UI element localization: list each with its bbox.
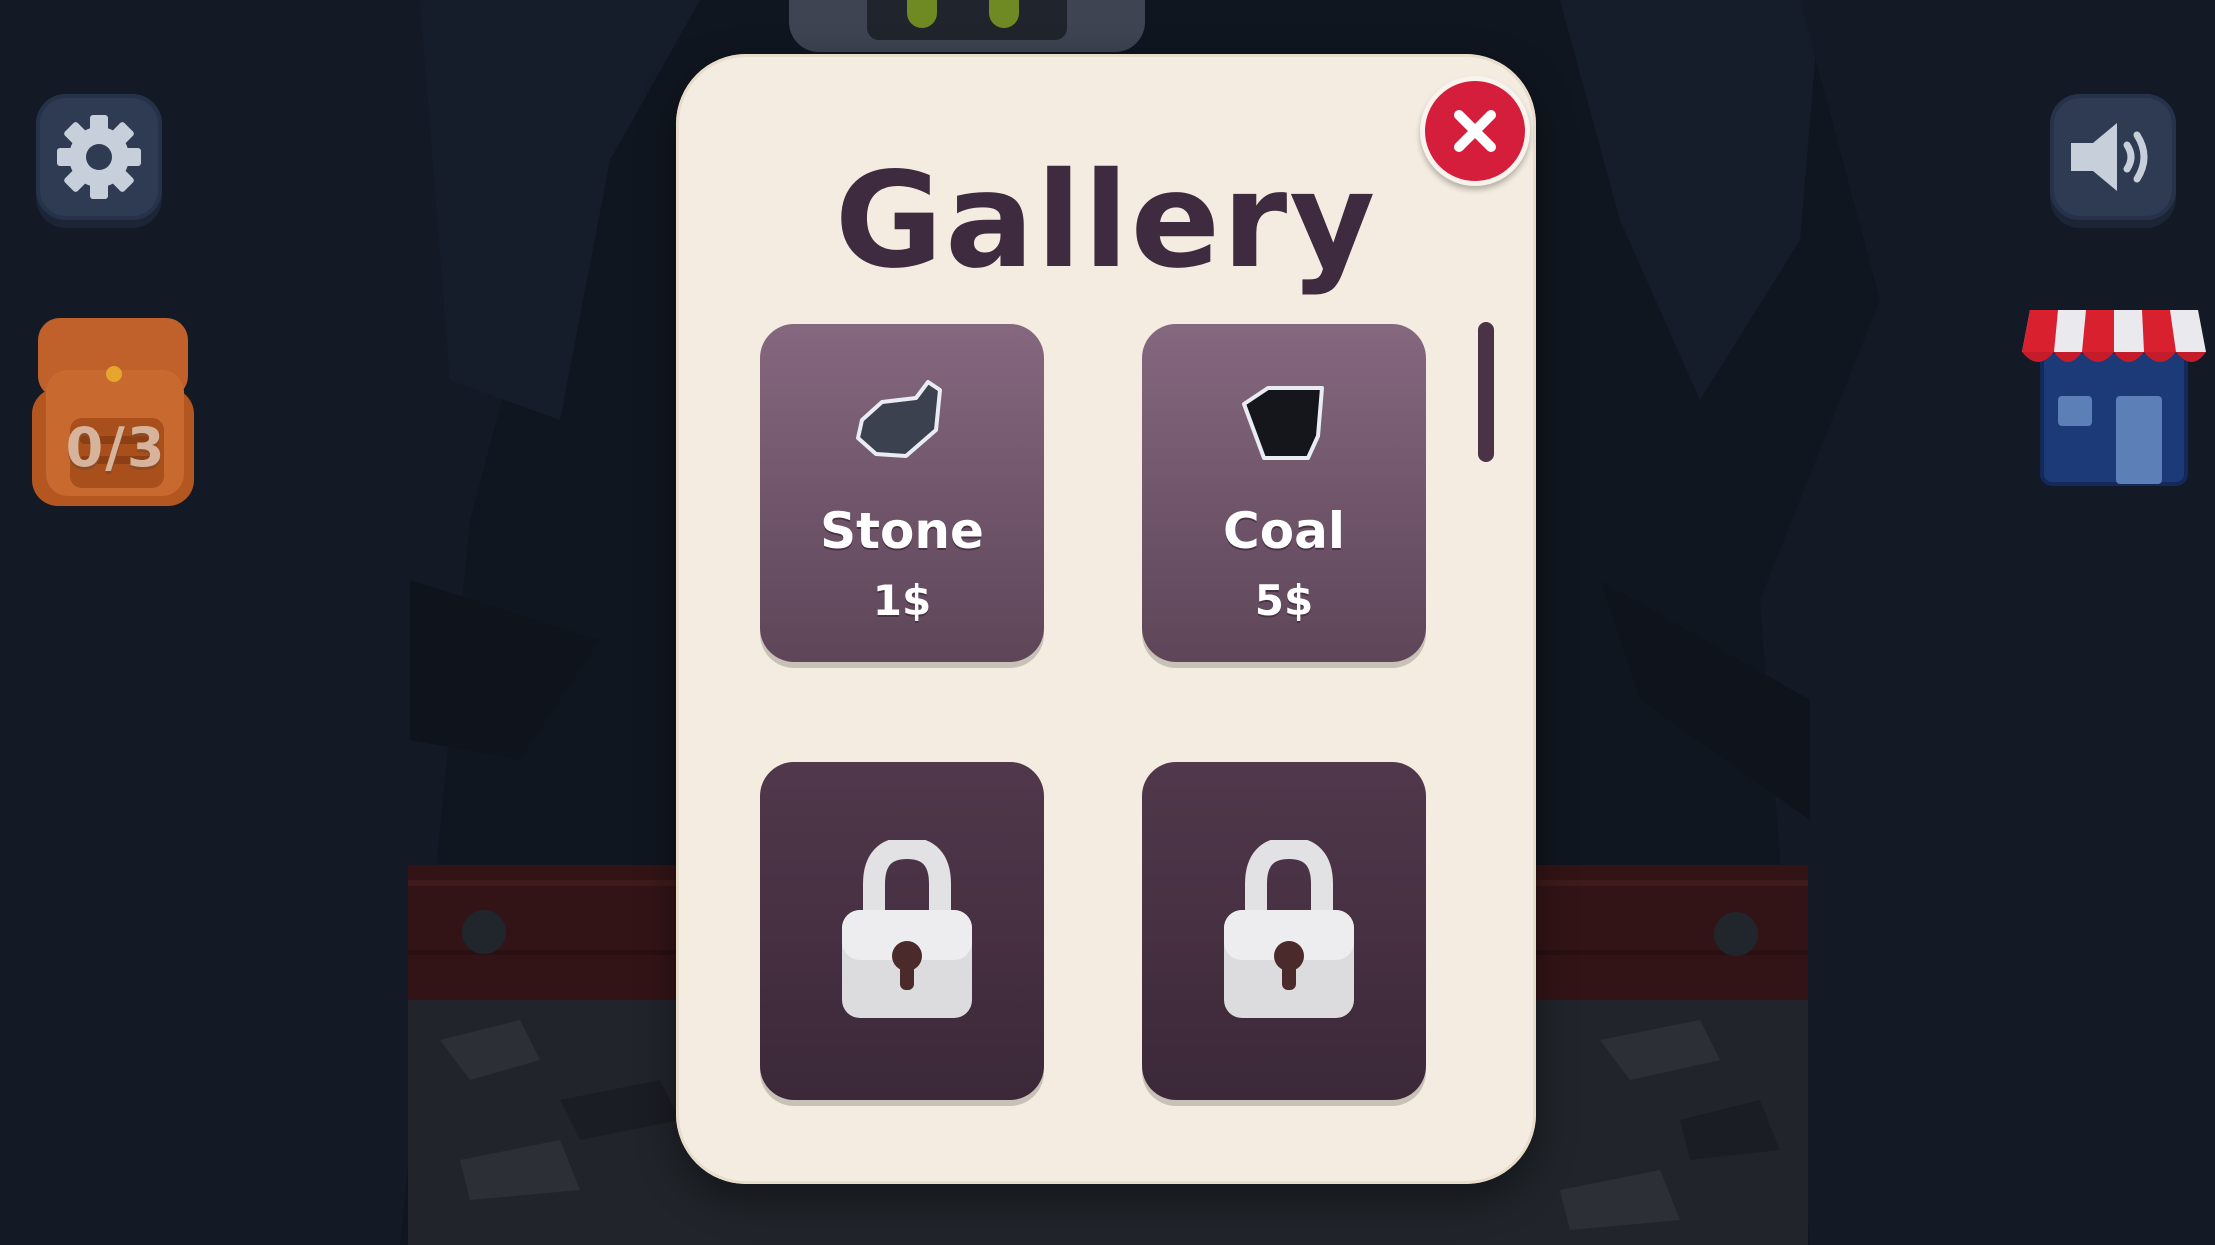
lock-icon <box>1224 840 1354 1018</box>
item-price: 1$ <box>872 576 932 625</box>
gallery-item-stone[interactable]: Stone 1$ <box>760 324 1044 662</box>
lock-icon <box>842 840 972 1018</box>
speaker-icon <box>2071 123 2148 191</box>
item-name: Coal <box>1223 502 1345 560</box>
shop-button[interactable] <box>2020 300 2208 490</box>
sound-button[interactable] <box>2050 94 2176 220</box>
backpack-icon <box>32 318 194 506</box>
gallery-item-locked[interactable] <box>760 762 1044 1100</box>
gallery-item-locked[interactable] <box>1142 762 1426 1100</box>
gallery-item-coal[interactable]: Coal 5$ <box>1142 324 1426 662</box>
close-icon <box>1454 110 1496 152</box>
modal-top-slot <box>867 0 1067 40</box>
stone-icon <box>856 380 942 458</box>
coal-icon <box>1242 386 1324 460</box>
gear-icon <box>57 115 141 199</box>
backpack-button[interactable]: 0/3 <box>32 318 200 508</box>
gallery-scrollbar[interactable] <box>1478 322 1494 462</box>
item-name: Stone <box>820 502 984 560</box>
backpack-count: 0/3 <box>65 416 167 479</box>
close-button[interactable] <box>1420 76 1530 186</box>
shop-icon <box>2022 310 2206 486</box>
item-price: 5$ <box>1254 576 1314 625</box>
gallery-modal: Gallery Stone 1$ Coal 5$ <box>676 54 1536 1184</box>
settings-button[interactable] <box>36 94 162 220</box>
gallery-title: Gallery <box>834 144 1378 298</box>
